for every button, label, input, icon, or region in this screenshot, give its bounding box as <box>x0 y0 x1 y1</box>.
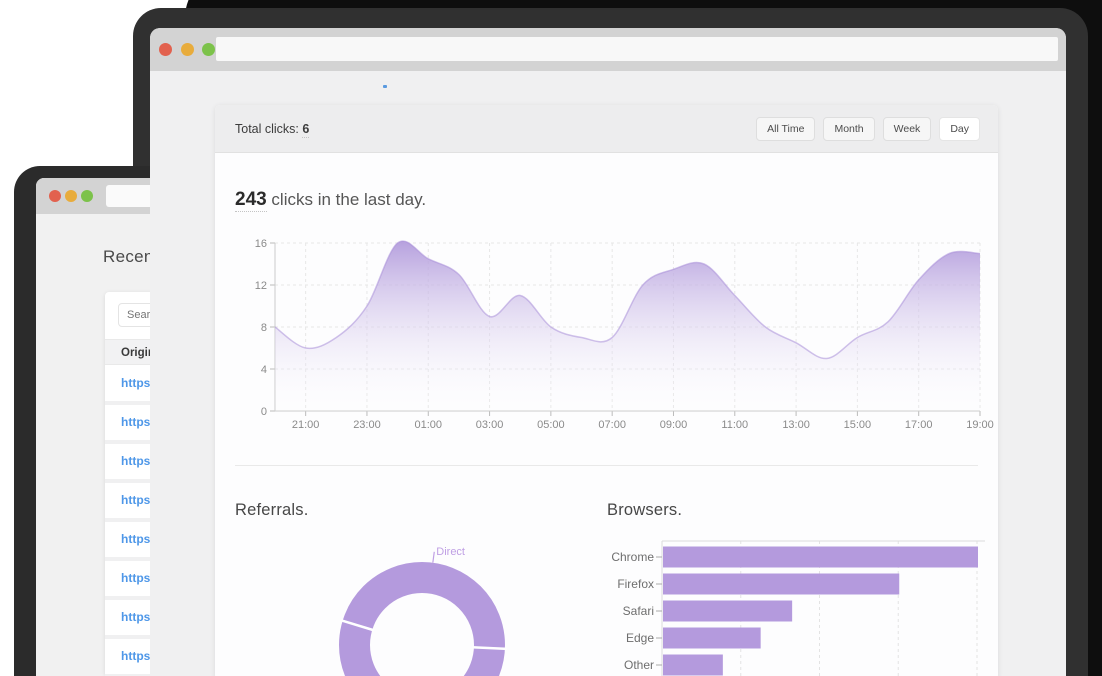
bar[interactable] <box>663 627 761 649</box>
x-axis-label: 09:00 <box>660 419 688 431</box>
zoom-button[interactable] <box>202 43 215 56</box>
y-axis-label: 8 <box>261 322 267 334</box>
x-axis-label: 13:00 <box>782 419 810 431</box>
total-clicks-text: Total clicks: <box>235 121 299 136</box>
referrals-donut-chart[interactable]: Direct <box>275 530 575 676</box>
card-toolbar: Total clicks: 6 All Time Month Week Day <box>215 105 998 153</box>
bar[interactable] <box>663 600 793 622</box>
bar-label: Edge <box>626 631 654 645</box>
x-axis-label: 19:00 <box>966 419 994 431</box>
time-range-buttons: All Time Month Week Day <box>756 116 980 141</box>
x-axis-label: 11:00 <box>721 419 748 431</box>
analytics-card: Total clicks: 6 All Time Month Week Day … <box>215 105 998 676</box>
donut-label-pointer <box>432 551 435 563</box>
clicks-headline: 243 clicks in the last day. <box>235 189 427 212</box>
referrals-title: Referrals. <box>235 501 309 519</box>
area-fill[interactable] <box>275 241 980 411</box>
bar-label: Other <box>624 658 654 672</box>
bar[interactable] <box>663 654 723 676</box>
page: Recen Origin https: https: https: https:… <box>0 0 1102 676</box>
month-button[interactable]: Month <box>823 116 875 141</box>
week-button[interactable]: Week <box>882 116 932 141</box>
url-bar[interactable] <box>216 37 1058 61</box>
x-axis-label: 03:00 <box>476 419 504 431</box>
y-axis-label: 16 <box>255 238 267 250</box>
x-axis-label: 17:00 <box>905 419 933 431</box>
browser-chrome-bar <box>150 28 1066 71</box>
y-axis-label: 0 <box>261 406 267 418</box>
day-button[interactable]: Day <box>939 116 980 141</box>
minimize-button[interactable] <box>65 190 77 202</box>
donut-separator <box>471 646 507 651</box>
donut-ring[interactable] <box>339 562 505 676</box>
total-clicks-label: Total clicks: 6 <box>235 121 310 138</box>
clicks-area-chart[interactable]: 0 4 8 12 16 21:00 23:00 01:00 03:00 05:00 07:00 09:… <box>215 230 998 445</box>
y-axis-label: 4 <box>261 364 267 376</box>
close-button[interactable] <box>49 190 61 202</box>
x-axis-label: 21:00 <box>292 419 320 431</box>
x-axis-label: 07:00 <box>598 419 626 431</box>
bar-label: Safari <box>623 604 654 618</box>
close-button[interactable] <box>159 43 172 56</box>
total-clicks-value: 6 <box>302 121 310 138</box>
x-axis-label: 23:00 <box>353 419 381 431</box>
bar-label: Firefox <box>617 577 654 591</box>
x-axis-label: 01:00 <box>414 419 442 431</box>
donut-label: Direct <box>436 546 465 558</box>
recent-links-heading: Recen <box>103 247 154 266</box>
section-divider <box>235 465 978 466</box>
analytics-browser-window: Total clicks: 6 All Time Month Week Day … <box>150 28 1066 676</box>
y-axis-label: 12 <box>255 280 267 292</box>
all-time-button[interactable]: All Time <box>756 116 816 141</box>
bar[interactable] <box>663 573 900 595</box>
x-axis-label: 15:00 <box>844 419 872 431</box>
clicks-headline-text: clicks in the last day. <box>266 190 427 209</box>
minimize-button[interactable] <box>181 43 194 56</box>
x-axis-label: 05:00 <box>537 419 565 431</box>
blue-speck <box>383 85 387 88</box>
browsers-bar-chart[interactable]: Chrome Firefox Safari Edge Other <box>607 530 998 676</box>
clicks-count: 243 <box>235 189 267 212</box>
bar-label: Chrome <box>611 550 654 564</box>
browsers-title: Browsers. <box>607 501 683 519</box>
zoom-button[interactable] <box>81 190 93 202</box>
bar[interactable] <box>663 546 978 568</box>
